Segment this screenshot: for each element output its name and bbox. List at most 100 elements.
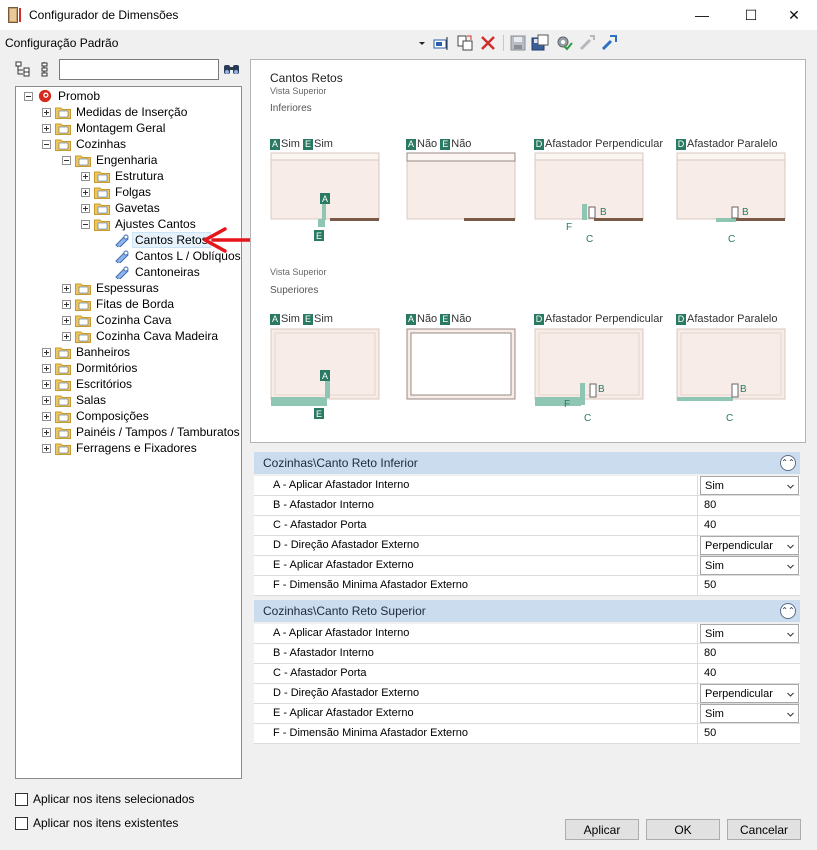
dropdown-arrow-icon[interactable] xyxy=(417,38,427,48)
maximize-button[interactable]: ☐ xyxy=(728,0,774,30)
expand-tree-icon[interactable] xyxy=(14,60,34,78)
apply-existing-option[interactable]: Aplicar nos itens existentes xyxy=(15,816,178,830)
prop-row[interactable]: A - Aplicar Afastador Interno Sim xyxy=(254,624,800,644)
collapse-toggle-icon[interactable] xyxy=(24,91,33,101)
chevron-down-icon[interactable] xyxy=(787,543,794,550)
tree-node-cozinhas[interactable]: Cozinhas xyxy=(42,136,128,152)
tree-node-ajustes-cantos[interactable]: Ajustes Cantos xyxy=(81,216,198,232)
ok-button[interactable]: OK xyxy=(646,819,720,840)
prop-row[interactable]: B - Afastador Interno 80 xyxy=(254,496,800,516)
expand-toggle-icon[interactable] xyxy=(42,411,51,421)
prop-row[interactable]: C - Afastador Porta 40 xyxy=(254,516,800,536)
tree-node-espessuras[interactable]: Espessuras xyxy=(62,280,161,296)
chevron-down-icon[interactable] xyxy=(787,563,794,570)
tree-node-banheiros[interactable]: Banheiros xyxy=(42,344,132,360)
tree-node-salas[interactable]: Salas xyxy=(42,392,108,408)
expand-toggle-icon[interactable] xyxy=(42,347,51,357)
apply-button[interactable]: Aplicar xyxy=(565,819,639,840)
minimize-button[interactable]: — xyxy=(679,0,725,30)
collapse-tree-icon[interactable] xyxy=(37,60,57,78)
copy-config-icon[interactable] xyxy=(456,34,474,52)
expand-toggle-icon[interactable] xyxy=(42,395,51,405)
prop-value-combo[interactable]: Sim xyxy=(700,704,799,723)
prop-value[interactable]: 40 xyxy=(700,516,799,535)
collapse-toggle-icon[interactable] xyxy=(81,219,90,229)
prop-row[interactable]: E - Aplicar Afastador Externo Sim xyxy=(254,704,800,724)
tree-node-composicoes[interactable]: Composições xyxy=(42,408,151,424)
apply-existing-checkbox[interactable] xyxy=(15,816,28,830)
chevron-down-icon[interactable] xyxy=(787,483,794,490)
expand-toggle-icon[interactable] xyxy=(62,331,71,341)
tree-node-escritorios[interactable]: Escritórios xyxy=(42,376,134,392)
cancel-button[interactable]: Cancelar xyxy=(727,819,801,840)
prop-row[interactable]: F - Dimensão Minima Afastador Externo 50 xyxy=(254,576,800,596)
tree-node-cantoneiras[interactable]: Cantoneiras xyxy=(114,264,202,280)
expand-toggle-icon[interactable] xyxy=(42,427,51,437)
delete-icon[interactable] xyxy=(479,34,497,52)
apply-selected-checkbox[interactable] xyxy=(15,792,28,806)
tree-node-gavetas[interactable]: Gavetas xyxy=(81,200,162,216)
expand-toggle-icon[interactable] xyxy=(42,363,51,373)
save-icon[interactable] xyxy=(509,34,527,52)
prop-value-combo[interactable]: Sim xyxy=(700,556,799,575)
tree-node-cozinha-cava-madeira[interactable]: Cozinha Cava Madeira xyxy=(62,328,220,344)
prop-value-combo[interactable]: Perpendicular xyxy=(700,536,799,555)
collapse-section-icon[interactable]: ⌃⌃ xyxy=(780,455,796,471)
prop-value[interactable]: 50 xyxy=(700,576,799,595)
collapse-toggle-icon[interactable] xyxy=(62,155,71,165)
expand-toggle-icon[interactable] xyxy=(62,299,71,309)
tree-node-montagem[interactable]: Montagem Geral xyxy=(42,120,167,136)
expand-toggle-icon[interactable] xyxy=(42,443,51,453)
chevron-down-icon[interactable] xyxy=(787,691,794,698)
collapse-section-icon[interactable]: ⌃⌃ xyxy=(780,603,796,619)
expand-toggle-icon[interactable] xyxy=(81,171,90,181)
expand-toggle-icon[interactable] xyxy=(81,187,90,197)
expand-toggle-icon[interactable] xyxy=(62,315,71,325)
close-button[interactable]: ✕ xyxy=(771,0,817,30)
section-header-inferior[interactable]: Cozinhas\Canto Reto Inferior ⌃⌃ xyxy=(254,452,800,474)
prop-value[interactable]: 50 xyxy=(700,724,799,743)
expand-toggle-icon[interactable] xyxy=(42,379,51,389)
expand-toggle-icon[interactable] xyxy=(42,107,51,117)
tree-node-estrutura[interactable]: Estrutura xyxy=(81,168,166,184)
expand-toggle-icon[interactable] xyxy=(42,123,51,133)
tree-node-dormitorios[interactable]: Dormitórios xyxy=(42,360,139,376)
prop-value-combo[interactable]: Sim xyxy=(700,476,799,495)
category-tree[interactable]: Promob Medidas de Inserção Montagem Gera… xyxy=(15,86,242,779)
prop-row[interactable]: D - Direção Afastador Externo Perpendicu… xyxy=(254,536,800,556)
collapse-toggle-icon[interactable] xyxy=(42,139,51,149)
prop-row[interactable]: C - Afastador Porta 40 xyxy=(254,664,800,684)
prop-value[interactable]: 80 xyxy=(700,644,799,663)
tree-node-promob[interactable]: Promob xyxy=(24,88,102,104)
config-profile-selector[interactable]: Configuração Padrão xyxy=(5,36,118,50)
save-as-icon[interactable] xyxy=(531,34,549,52)
tree-node-ferragens[interactable]: Ferragens e Fixadores xyxy=(42,440,199,456)
prop-value-combo[interactable]: Sim xyxy=(700,624,799,643)
tree-node-engenharia[interactable]: Engenharia xyxy=(62,152,159,168)
prop-row[interactable]: B - Afastador Interno 80 xyxy=(254,644,800,664)
tree-node-fitas[interactable]: Fitas de Borda xyxy=(62,296,176,312)
prop-value[interactable]: 40 xyxy=(700,664,799,683)
tree-search-input[interactable] xyxy=(59,59,219,80)
rename-icon[interactable] xyxy=(433,34,451,52)
tree-node-cozinha-cava[interactable]: Cozinha Cava xyxy=(62,312,173,328)
expand-toggle-icon[interactable] xyxy=(81,203,90,213)
prop-row[interactable]: D - Direção Afastador Externo Perpendicu… xyxy=(254,684,800,704)
apply-selected-option[interactable]: Aplicar nos itens selecionados xyxy=(15,792,194,806)
prop-row[interactable]: A - Aplicar Afastador Interno Sim xyxy=(254,476,800,496)
tree-node-paineis[interactable]: Painéis / Tampos / Tamburatos xyxy=(42,424,241,440)
export-icon[interactable] xyxy=(600,34,618,52)
tree-node-folgas[interactable]: Folgas xyxy=(81,184,153,200)
section-header-superior[interactable]: Cozinhas\Canto Reto Superior ⌃⌃ xyxy=(254,600,800,622)
prop-value-combo[interactable]: Perpendicular xyxy=(700,684,799,703)
import-icon[interactable] xyxy=(578,34,596,52)
expand-toggle-icon[interactable] xyxy=(62,283,71,293)
chevron-down-icon[interactable] xyxy=(787,631,794,638)
tree-node-cantos-retos[interactable]: Cantos Retos xyxy=(114,232,211,248)
tree-node-medidas[interactable]: Medidas de Inserção xyxy=(42,104,189,120)
apply-settings-icon[interactable] xyxy=(555,34,573,52)
chevron-down-icon[interactable] xyxy=(787,711,794,718)
prop-value[interactable]: 80 xyxy=(700,496,799,515)
prop-row[interactable]: F - Dimensão Minima Afastador Externo 50 xyxy=(254,724,800,744)
binoculars-icon[interactable] xyxy=(222,60,242,78)
